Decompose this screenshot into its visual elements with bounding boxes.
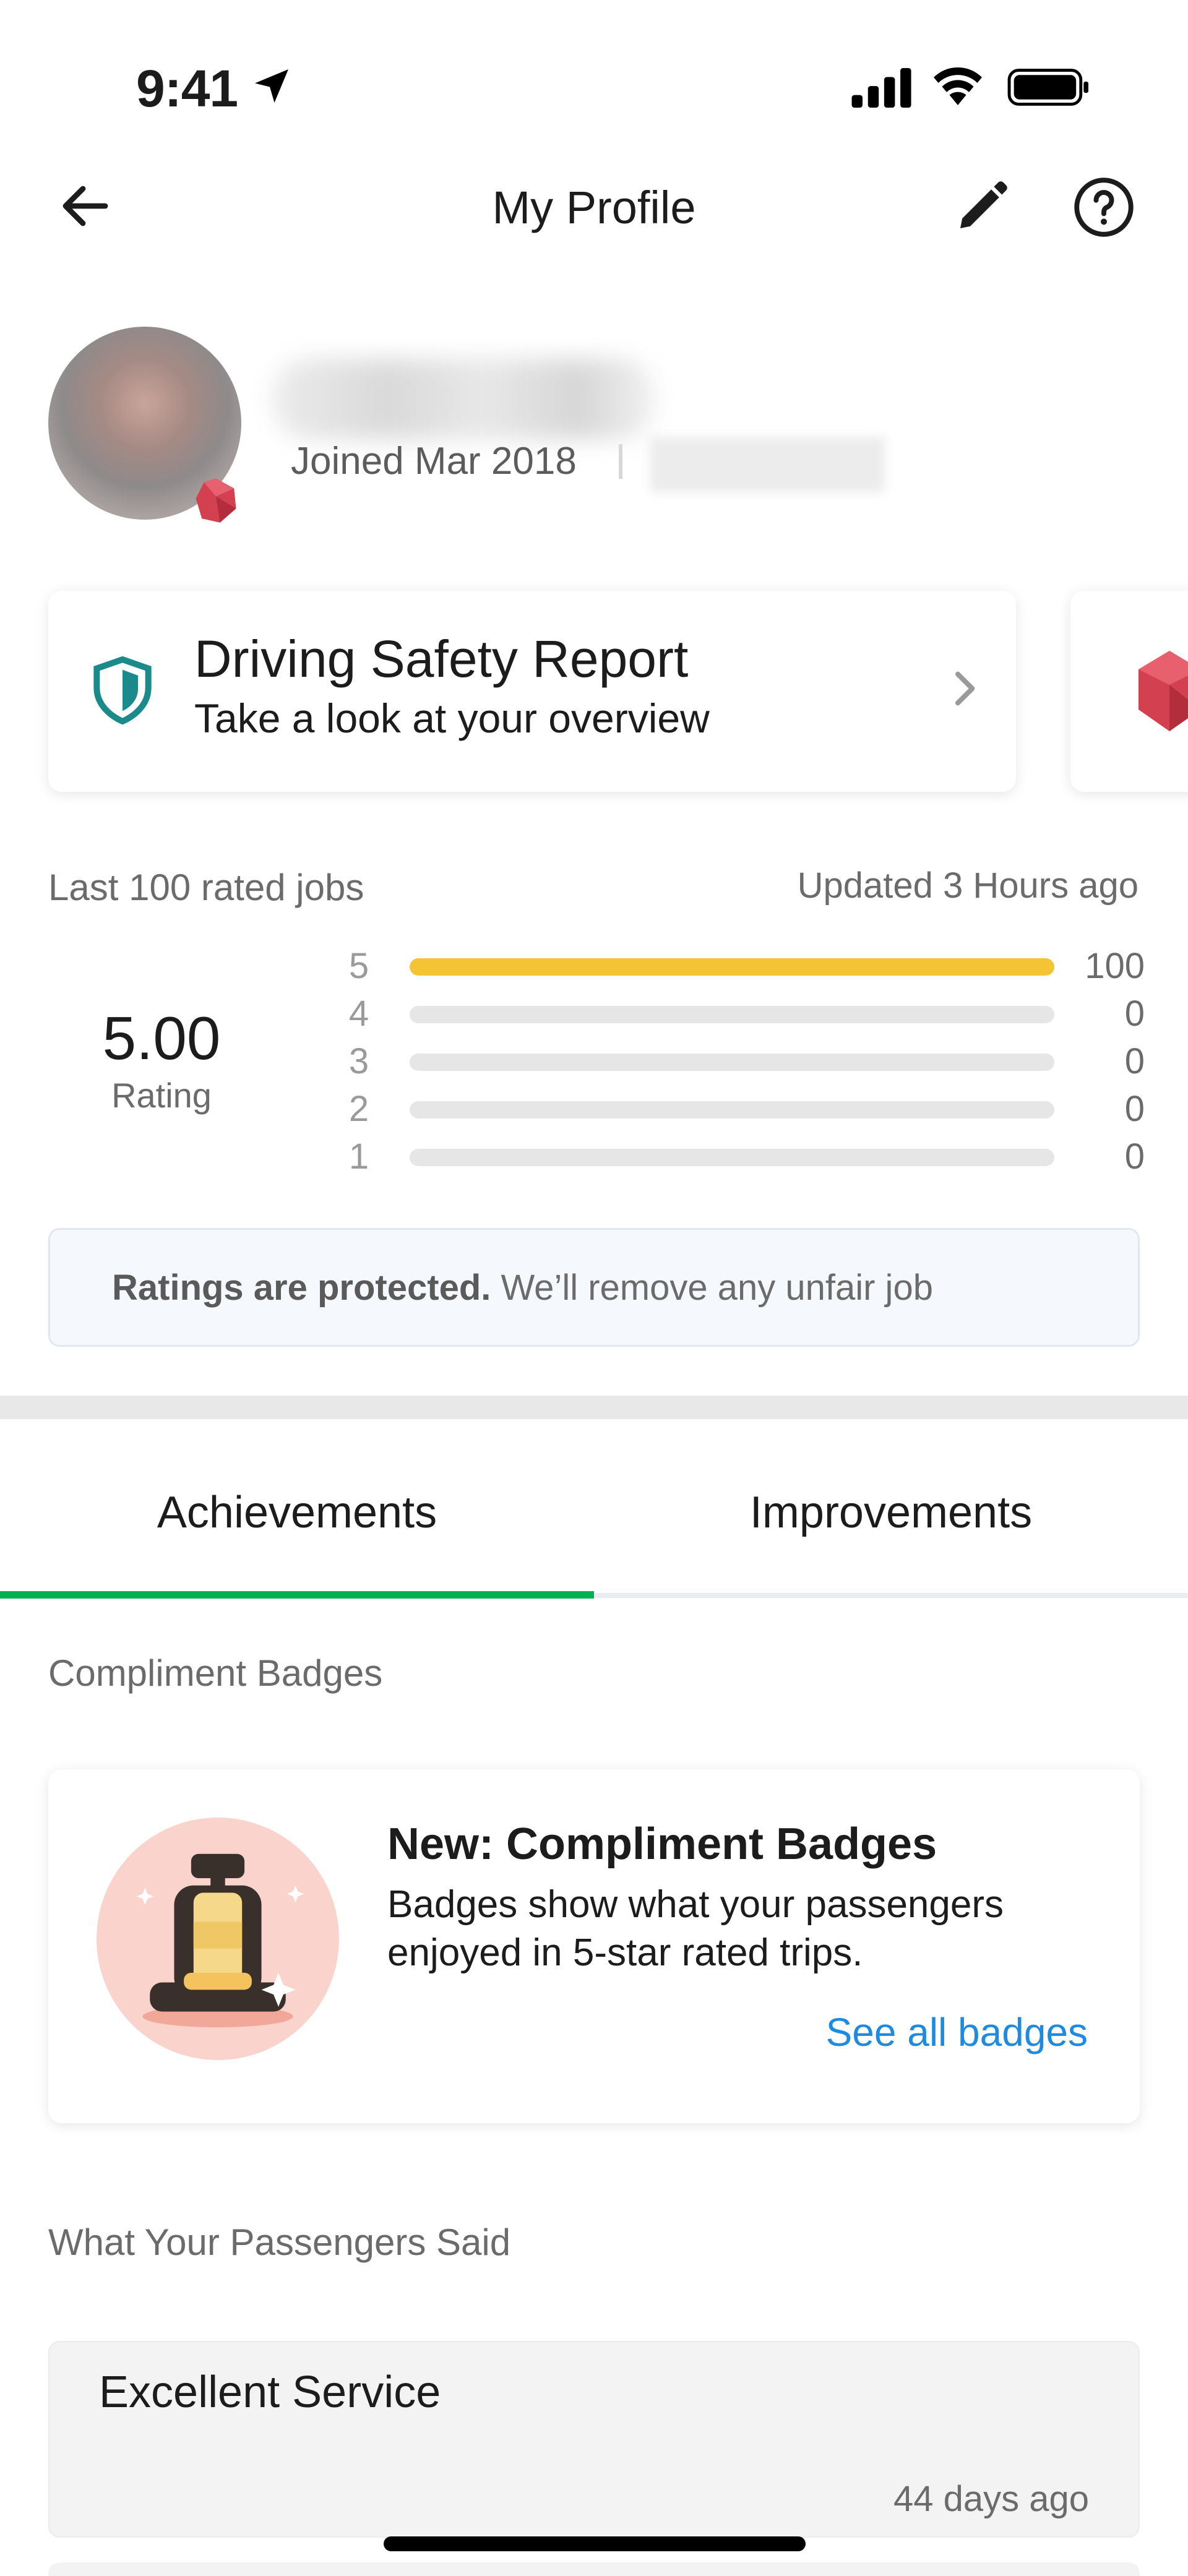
location-arrow-icon xyxy=(255,69,288,103)
ratings-protected-banner[interactable]: Ratings are protected. We’ll remove any … xyxy=(48,1228,1140,1347)
rating-bar-track xyxy=(410,958,1054,976)
driving-safety-card[interactable]: Driving Safety Report Take a look at you… xyxy=(48,591,1016,792)
rating-bar-row: 30 xyxy=(334,1041,1145,1081)
ruby-gem-icon xyxy=(1138,651,1188,731)
review-card: Excellent Service 44 days ago xyxy=(48,2341,1140,2538)
rating-bar-row: 20 xyxy=(334,1088,1145,1129)
rating-caption: Rating xyxy=(111,1076,212,1115)
section-divider xyxy=(0,1396,1188,1419)
rating-bar-track xyxy=(410,1101,1054,1118)
status-time: 9:41 xyxy=(136,59,238,118)
rating-star-label: 2 xyxy=(348,1089,369,1129)
tier-card-partial[interactable] xyxy=(1070,591,1188,792)
help-icon[interactable] xyxy=(1073,176,1135,238)
joined-date: Joined Mar 2018 xyxy=(291,440,577,483)
signal-icon xyxy=(851,68,911,108)
review-text: Excellent Service xyxy=(99,2368,441,2417)
protected-bold: Ratings are protected. xyxy=(112,1268,491,1308)
rating-bar-fill xyxy=(410,958,1054,976)
rating-bar-row: 40 xyxy=(334,993,1145,1034)
rating-star-label: 4 xyxy=(348,994,369,1034)
chevron-right-icon xyxy=(955,671,975,706)
rating-value: 5.00 xyxy=(102,1004,221,1072)
review-card-partial xyxy=(48,2562,1140,2576)
car-seat-illustration xyxy=(97,1818,339,2060)
safety-card-title: Driving Safety Report xyxy=(194,630,689,688)
tab-active-indicator xyxy=(0,1591,594,1599)
rating-star-label: 1 xyxy=(348,1136,369,1177)
rating-star-label: 3 xyxy=(348,1041,369,1081)
gem-tier-icon xyxy=(196,478,236,523)
divider xyxy=(619,444,622,479)
tab-track xyxy=(594,1593,1188,1598)
rating-count: 0 xyxy=(1124,994,1145,1034)
rating-count: 0 xyxy=(1124,1041,1145,1081)
rating-count: 100 xyxy=(1085,946,1145,986)
home-indicator[interactable] xyxy=(384,2536,806,2551)
tab-improvements-label: Improvements xyxy=(749,1488,1033,1537)
rating-star-label: 5 xyxy=(348,946,369,986)
edit-pencil-icon[interactable] xyxy=(953,176,1012,236)
compliment-badges-card: New: Compliment Badges Badges show what … xyxy=(48,1769,1140,2123)
tab-improvements[interactable]: Improvements xyxy=(594,1419,1188,1599)
rating-count: 0 xyxy=(1124,1136,1145,1177)
rating-bar-track xyxy=(410,1149,1054,1166)
badge-card-description: Badges show what your passengers enjoyed… xyxy=(387,1883,1004,1974)
battery-icon xyxy=(1007,69,1088,106)
top-nav-bar: My Profile xyxy=(0,158,1188,257)
rating-bar-track xyxy=(410,1006,1054,1023)
protected-rest: We’ll remove any unfair job xyxy=(491,1268,933,1308)
status-bar: 9:41 xyxy=(0,0,1188,142)
shield-icon xyxy=(93,656,152,724)
rated-jobs-label: Last 100 rated jobs xyxy=(48,867,364,908)
compliment-badges-heading: Compliment Badges xyxy=(48,1652,383,1694)
rating-bar-row: 10 xyxy=(334,1136,1145,1177)
passengers-said-heading: What Your Passengers Said xyxy=(48,2222,511,2263)
safety-card-subtitle: Take a look at your overview xyxy=(194,695,710,741)
rating-bar-track xyxy=(410,1054,1054,1071)
tab-achievements-label: Achievements xyxy=(157,1488,437,1537)
badge-card-title: New: Compliment Badges xyxy=(387,1819,937,1869)
rating-count: 0 xyxy=(1124,1089,1145,1129)
see-all-badges-link[interactable]: See all badges xyxy=(826,2009,1088,2055)
updated-time: Updated 3 Hours ago xyxy=(797,865,1138,906)
profile-detail-redacted xyxy=(650,437,885,492)
profile-name-redacted xyxy=(272,359,656,439)
rating-bar-row: 5 100 xyxy=(334,945,1145,986)
tab-achievements[interactable]: Achievements xyxy=(0,1419,594,1599)
review-date: 44 days ago xyxy=(893,2479,1089,2519)
protected-text: Ratings are protected. We’ll remove any … xyxy=(112,1267,933,1308)
wifi-icon xyxy=(934,67,982,105)
